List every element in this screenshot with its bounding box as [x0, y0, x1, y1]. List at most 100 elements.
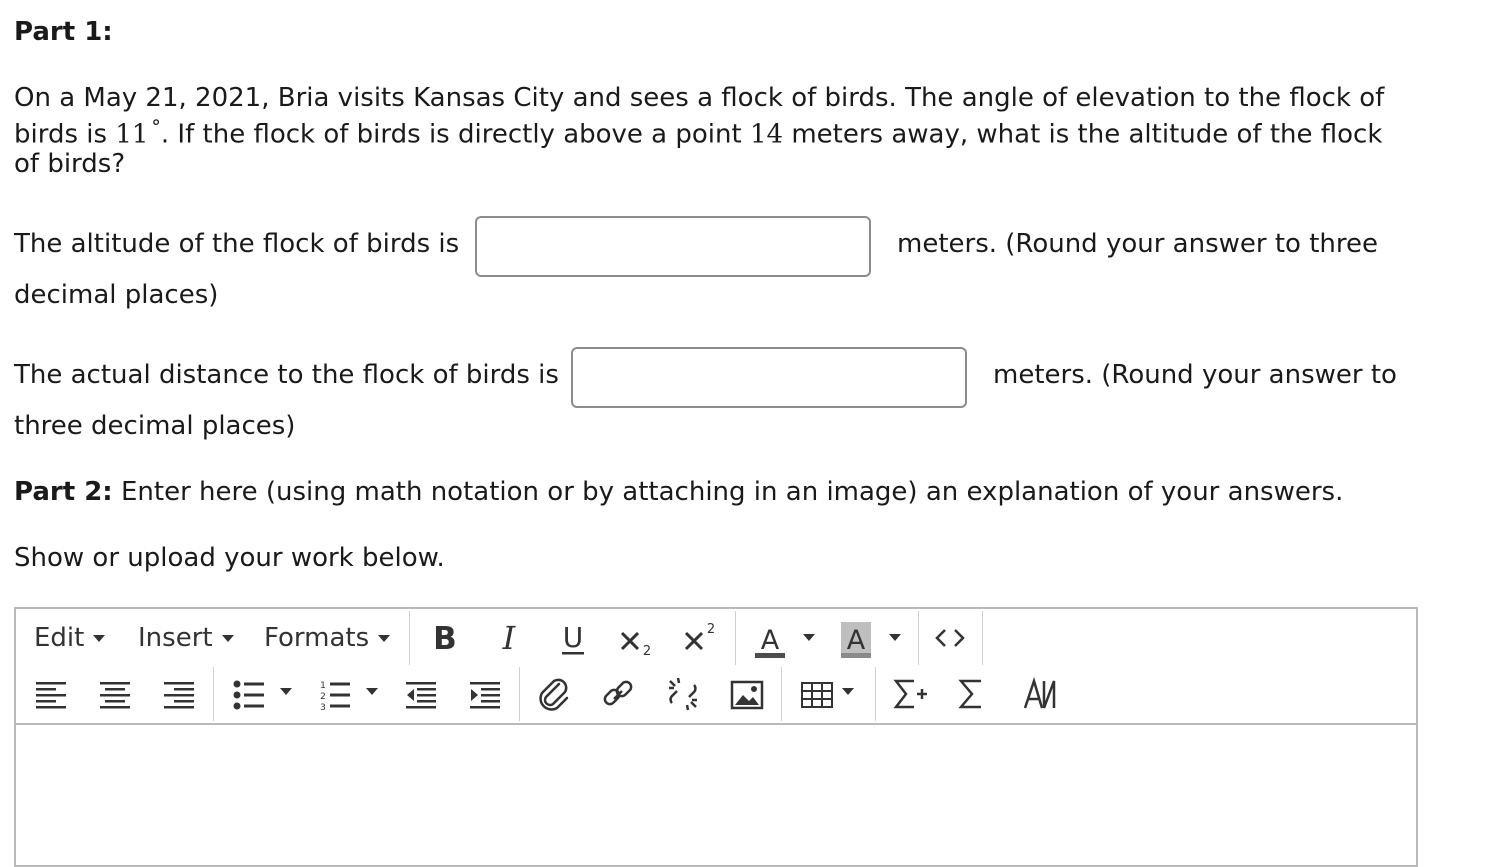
svg-text:I: I — [502, 619, 517, 655]
editor-content-area[interactable] — [16, 725, 1416, 865]
sigma-icon — [958, 679, 981, 709]
background-color-button[interactable]: A — [839, 619, 873, 661]
link-icon — [603, 680, 633, 706]
toolbar-separator — [735, 611, 736, 665]
align-right-button[interactable] — [162, 679, 196, 711]
problem-line-1: On a May 21, 2021, Bria visits Kansas Ci… — [14, 83, 1385, 113]
chevron-down-icon[interactable] — [842, 688, 854, 695]
distance-label: The actual distance to the flock of bird… — [14, 360, 559, 390]
special-characters-button[interactable] — [1020, 675, 1060, 713]
outdent-icon — [406, 682, 436, 709]
italic-icon: I — [502, 619, 517, 657]
edit-menu-label: Edit — [34, 623, 85, 653]
toolbar-separator — [213, 667, 214, 721]
altitude-label: The altitude of the flock of birds is — [14, 229, 460, 259]
problem-line-2: birds is 11 °. If the flock of birds is d… — [14, 116, 1382, 150]
part2-heading: Part 2: — [14, 477, 113, 507]
text-color-button[interactable]: A — [753, 619, 787, 661]
insert-equation-button[interactable] — [892, 675, 930, 713]
italic-button[interactable]: I — [492, 619, 526, 657]
bullet-list-button[interactable] — [232, 679, 266, 711]
unlink-button[interactable] — [666, 675, 700, 713]
insert-menu[interactable]: Insert — [138, 623, 234, 653]
formats-menu[interactable]: Formats — [264, 623, 391, 653]
outdent-button[interactable] — [404, 679, 438, 711]
distance-answer-input[interactable] — [571, 347, 967, 408]
subscript-button[interactable]: 2 — [618, 619, 654, 659]
svg-text:A: A — [847, 625, 866, 656]
subscript-icon: 2 — [620, 631, 651, 659]
align-right-icon — [164, 682, 194, 709]
numbered-list-icon: 123 — [320, 681, 350, 713]
svg-text:U: U — [563, 621, 584, 654]
svg-text:2: 2 — [320, 692, 326, 702]
svg-text:1: 1 — [320, 681, 326, 691]
link-button[interactable] — [601, 675, 635, 713]
special-characters-icon — [1023, 676, 1056, 709]
underline-icon: U — [562, 621, 584, 655]
bullet-list-icon — [233, 680, 264, 710]
work-instruction: Show or upload your work below. — [14, 543, 445, 573]
toolbar-separator — [918, 611, 919, 665]
image-icon — [730, 680, 764, 710]
chevron-down-icon — [378, 635, 391, 642]
indent-button[interactable] — [468, 679, 502, 711]
indent-icon — [470, 682, 500, 709]
bold-icon: B — [433, 621, 457, 657]
source-code-button[interactable] — [934, 623, 966, 653]
toolbar-separator — [409, 611, 410, 665]
table-button[interactable] — [800, 679, 834, 711]
part1-heading: Part 1: — [14, 17, 113, 47]
table-icon — [801, 682, 833, 708]
toolbar-separator — [982, 611, 983, 665]
svg-text:2: 2 — [643, 644, 651, 659]
angle-unit: ° — [151, 116, 161, 138]
distance-suffix: meters. (Round your answer to — [993, 360, 1397, 390]
problem-text: . If the flock of birds is directly abov… — [160, 119, 750, 150]
angle-value: 11 — [115, 119, 149, 150]
distance-value: 14 — [749, 119, 784, 150]
altitude-suffix: meters. (Round your answer to three — [897, 229, 1378, 259]
problem-text: meters away, what is the altitude of the… — [783, 119, 1383, 150]
source-code-icon — [935, 629, 965, 647]
align-center-button[interactable] — [98, 679, 132, 711]
problem-text: birds is — [14, 119, 116, 150]
toolbar-separator — [781, 667, 782, 721]
altitude-suffix-line2: decimal places) — [14, 280, 219, 310]
svg-text:B: B — [433, 621, 457, 655]
chevron-down-icon[interactable] — [803, 634, 815, 641]
text-color-icon: A — [755, 625, 785, 658]
sigma-button[interactable] — [956, 675, 986, 713]
align-center-icon — [100, 682, 130, 709]
formats-menu-label: Formats — [264, 623, 370, 653]
part2-text: Enter here (using math notation or by at… — [112, 477, 1344, 507]
background-color-icon: A — [841, 622, 871, 658]
attachment-button[interactable] — [537, 675, 571, 713]
editor-toolbar: Edit Insert Formats B I U 2 2 A A 1 2 3 — [16, 609, 1416, 725]
underline-button[interactable]: U — [556, 619, 590, 659]
svg-text:A: A — [761, 625, 780, 656]
problem-line-3: of birds? — [14, 149, 126, 179]
chevron-down-icon[interactable] — [366, 688, 378, 695]
chevron-down-icon[interactable] — [889, 634, 901, 641]
chevron-down-icon[interactable] — [280, 688, 292, 695]
insert-menu-label: Insert — [138, 623, 213, 653]
rich-text-editor: Edit Insert Formats B I U 2 2 A A 1 2 3 — [14, 607, 1418, 867]
chevron-down-icon — [93, 635, 106, 642]
distance-suffix-line2: three decimal places) — [14, 411, 296, 441]
edit-menu[interactable]: Edit — [34, 623, 106, 653]
part2-prompt: Part 2: Enter here (using math notation … — [14, 477, 1343, 507]
superscript-icon: 2 — [684, 622, 715, 651]
image-button[interactable] — [730, 679, 764, 711]
attachment-icon — [539, 678, 569, 711]
numbered-list-button[interactable]: 123 — [318, 679, 352, 713]
align-left-button[interactable] — [34, 679, 68, 711]
svg-text:3: 3 — [320, 703, 326, 711]
svg-text:2: 2 — [707, 622, 715, 637]
bold-button[interactable]: B — [428, 619, 462, 657]
align-left-icon — [36, 682, 66, 709]
unlink-icon — [669, 677, 697, 711]
superscript-button[interactable]: 2 — [682, 617, 718, 657]
chevron-down-icon — [221, 635, 234, 642]
altitude-answer-input[interactable] — [475, 216, 871, 277]
